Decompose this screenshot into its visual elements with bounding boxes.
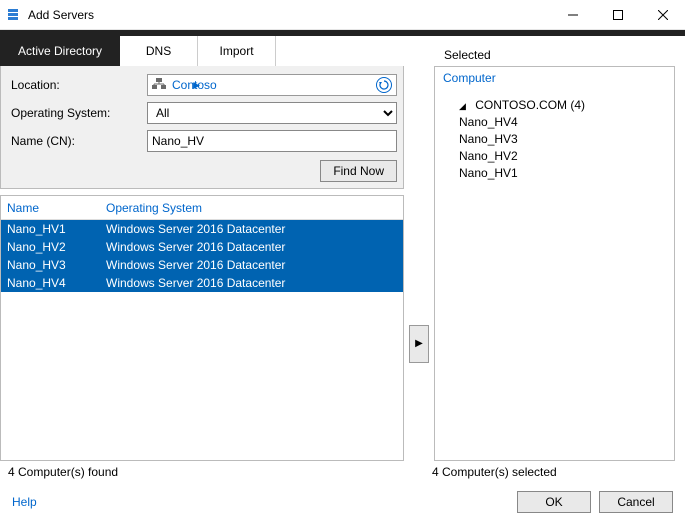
selected-label: Selected [444,48,491,62]
window-title: Add Servers [28,8,550,22]
results-list[interactable]: Name Operating System Nano_HV1Windows Se… [0,195,404,461]
selected-pane: Computer ◢ CONTOSO.COM (4) Nano_HV4Nano_… [434,66,675,461]
selected-status: 4 Computer(s) selected [432,465,557,479]
result-os: Windows Server 2016 Datacenter [106,222,403,236]
server-icon [6,7,22,23]
result-os: Windows Server 2016 Datacenter [106,276,403,290]
transfer-column: ▶ [404,66,434,461]
help-link[interactable]: Help [12,495,509,509]
tab-dns[interactable]: DNS [120,36,198,66]
search-form: Location: Contoso ▶ Operating System: [0,66,404,189]
selected-item[interactable]: Nano_HV1 [459,165,666,182]
minimize-button[interactable] [550,0,595,29]
os-select[interactable]: All [147,102,397,124]
result-row[interactable]: Nano_HV3Windows Server 2016 Datacenter [1,256,403,274]
org-icon [152,78,166,93]
name-label: Name (CN): [7,134,147,148]
location-label: Location: [7,78,147,92]
selected-list[interactable]: Computer ◢ CONTOSO.COM (4) Nano_HV4Nano_… [434,66,675,461]
result-name: Nano_HV4 [1,276,106,290]
result-os: Windows Server 2016 Datacenter [106,240,403,254]
add-servers-window: Add Servers Active Directory DNS Import … [0,0,685,523]
found-status: 4 Computer(s) found [8,465,432,479]
maximize-button[interactable] [595,0,640,29]
selected-item[interactable]: Nano_HV3 [459,131,666,148]
footer: Help OK Cancel [0,479,685,523]
os-label: Operating System: [7,106,147,120]
selected-header[interactable]: Computer [443,71,666,90]
cancel-button[interactable]: Cancel [599,491,673,513]
domain-node[interactable]: ◢ CONTOSO.COM (4) [459,98,666,112]
tab-strip: Active Directory DNS Import [0,36,404,66]
location-field[interactable]: Contoso ▶ [147,74,397,96]
refresh-icon[interactable] [376,77,392,93]
col-header-os[interactable]: Operating System [106,201,403,215]
result-row[interactable]: Nano_HV2Windows Server 2016 Datacenter [1,238,403,256]
window-controls [550,0,685,29]
result-row[interactable]: Nano_HV4Windows Server 2016 Datacenter [1,274,403,292]
result-name: Nano_HV1 [1,222,106,236]
titlebar: Add Servers [0,0,685,30]
result-name: Nano_HV3 [1,258,106,272]
domain-label: CONTOSO.COM (4) [475,98,585,112]
search-pane: Location: Contoso ▶ Operating System: [0,66,404,461]
selected-item[interactable]: Nano_HV4 [459,114,666,131]
content-area: Location: Contoso ▶ Operating System: [0,66,685,461]
breadcrumb-arrow-icon: ▶ [193,80,200,91]
add-to-selected-button[interactable]: ▶ [409,325,429,363]
selected-item[interactable]: Nano_HV2 [459,148,666,165]
result-os: Windows Server 2016 Datacenter [106,258,403,272]
collapse-icon: ◢ [459,101,466,111]
ok-button[interactable]: OK [517,491,591,513]
name-input[interactable] [147,130,397,152]
tab-active-directory[interactable]: Active Directory [0,36,120,66]
find-now-button[interactable]: Find Now [320,160,397,182]
tab-import[interactable]: Import [198,36,276,66]
close-button[interactable] [640,0,685,29]
result-row[interactable]: Nano_HV1Windows Server 2016 Datacenter [1,220,403,238]
results-header: Name Operating System [1,196,403,220]
col-header-name[interactable]: Name [1,201,106,215]
status-row: 4 Computer(s) found 4 Computer(s) select… [0,461,685,479]
result-name: Nano_HV2 [1,240,106,254]
